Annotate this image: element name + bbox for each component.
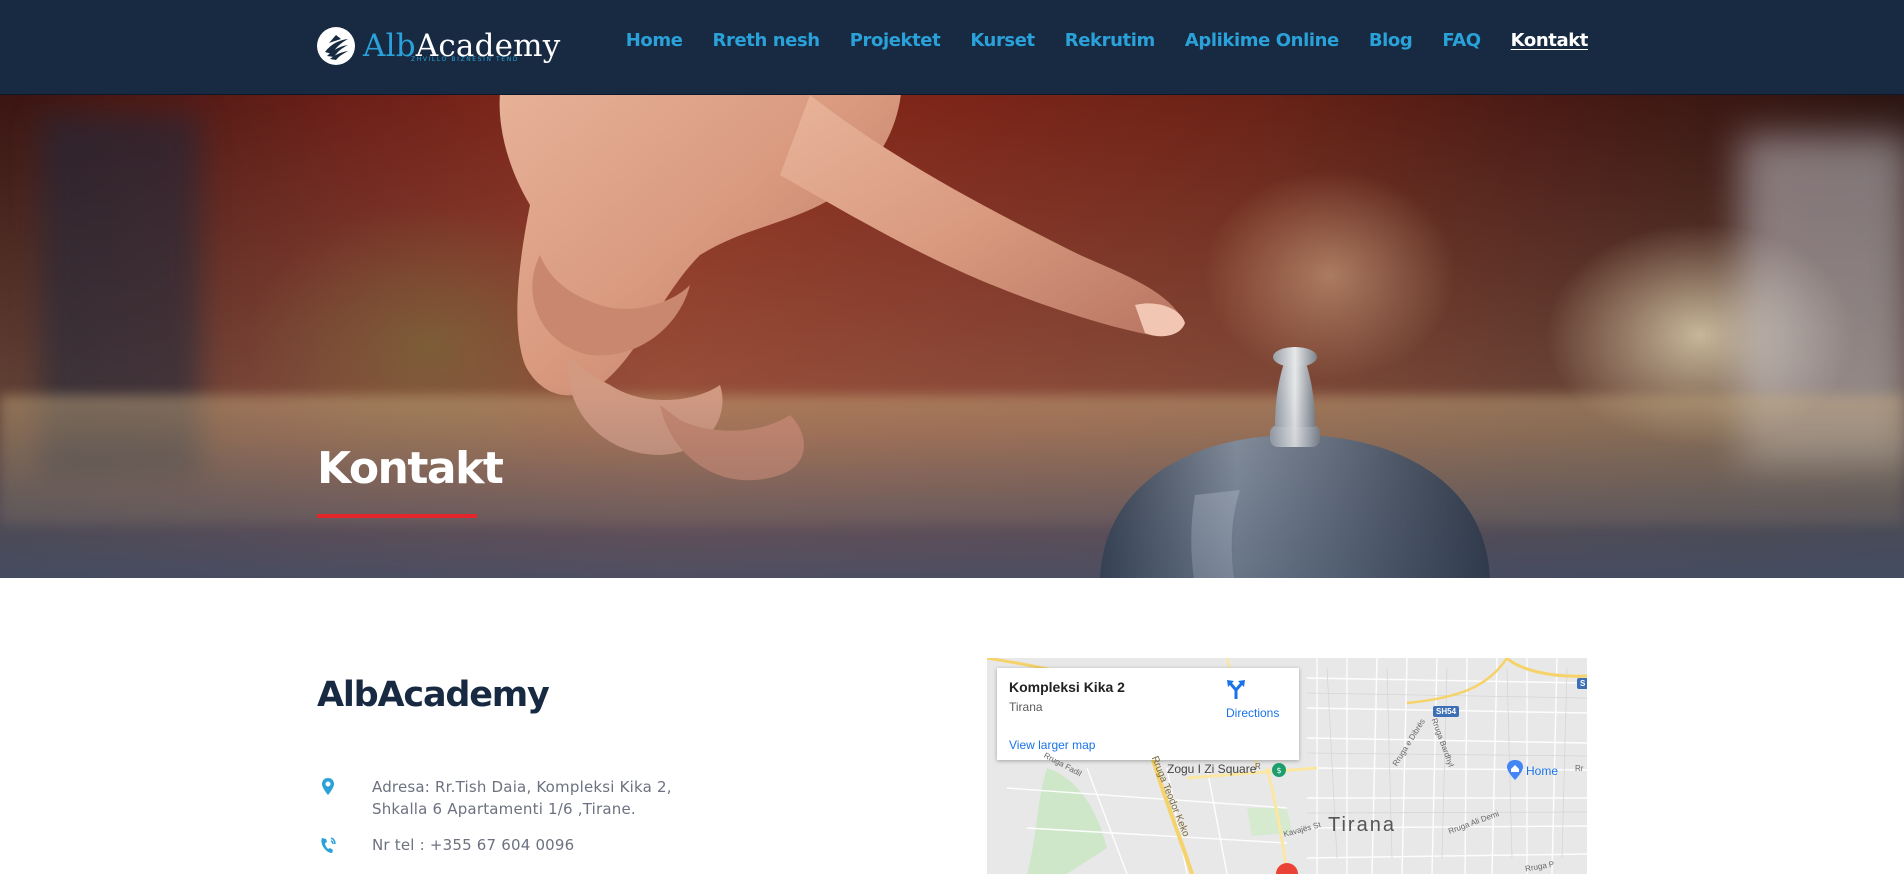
nav-rreth-nesh[interactable]: Rreth nesh — [713, 30, 821, 51]
site-header: AlbAcademy ZHVILLO BIZNESIN TËND Home Rr… — [0, 0, 1904, 95]
nav-home[interactable]: Home — [626, 30, 683, 51]
directions-icon[interactable] — [1225, 678, 1247, 700]
nav-kontakt[interactable]: Kontakt — [1511, 30, 1589, 51]
map-place-city: Tirana — [1009, 700, 1043, 714]
map-city-label: Tirana — [1328, 814, 1396, 836]
view-larger-map-link[interactable]: View larger map — [1009, 738, 1095, 752]
nav-blog[interactable]: Blog — [1369, 30, 1413, 51]
map-shield-s: S — [1577, 678, 1587, 689]
hero-banner: Kontakt — [0, 95, 1904, 578]
directions-link[interactable]: Directions — [1226, 706, 1279, 720]
nav-projektet[interactable]: Projektet — [850, 30, 941, 51]
hero-overlay — [0, 95, 1904, 578]
phone-icon — [321, 837, 336, 853]
address-row: Adresa: Rr.Tish Daia, Kompleksi Kika 2, … — [317, 776, 672, 818]
logo-alb: Alb — [363, 28, 416, 64]
logo-tagline: ZHVILLO BIZNESIN TËND — [411, 56, 520, 63]
nav-faq[interactable]: FAQ — [1442, 30, 1481, 51]
svg-text:$: $ — [1276, 766, 1281, 775]
main-nav: Home Rreth nesh Projektet Kurset Rekruti… — [626, 30, 1589, 51]
address-line-1: Adresa: Rr.Tish Daia, Kompleksi Kika 2, — [372, 778, 672, 796]
company-name: AlbAcademy — [317, 675, 550, 715]
location-pin-icon — [322, 778, 334, 795]
map-home-pin-icon — [1507, 760, 1523, 780]
map-shield-sh54: SH54 — [1433, 706, 1460, 717]
address-text: Adresa: Rr.Tish Daia, Kompleksi Kika 2, … — [372, 776, 692, 820]
google-map[interactable]: Kompleksi Kika 2 Tirana Directions View … — [987, 658, 1587, 874]
logo-mark-icon — [317, 27, 355, 65]
map-poi-zogu: Zogu I Zi Square — [1167, 762, 1257, 776]
map-place-name: Kompleksi Kika 2 — [1009, 679, 1125, 695]
nav-kurset[interactable]: Kurset — [970, 30, 1035, 51]
site-logo[interactable]: AlbAcademy ZHVILLO BIZNESIN TËND — [317, 26, 560, 66]
nav-aplikime-online[interactable]: Aplikime Online — [1185, 30, 1339, 51]
map-location-pin-icon[interactable] — [1275, 862, 1299, 874]
phone-row: Nr tel : +355 67 604 0096 — [317, 834, 574, 856]
map-poi-home: Home — [1526, 764, 1559, 778]
map-street-rr: Rr — [1575, 764, 1584, 773]
page-title: Kontakt — [317, 443, 504, 494]
phone-text: Nr tel : +355 67 604 0096 — [372, 836, 575, 854]
map-info-card: Kompleksi Kika 2 Tirana Directions View … — [997, 668, 1299, 760]
nav-rekrutim[interactable]: Rekrutim — [1065, 30, 1155, 51]
title-underline — [317, 514, 477, 518]
map-poi-square-icon: $ — [1272, 763, 1286, 777]
address-line-2: Shkalla 6 Apartamenti 1/6 ,Tirane. — [372, 800, 636, 818]
